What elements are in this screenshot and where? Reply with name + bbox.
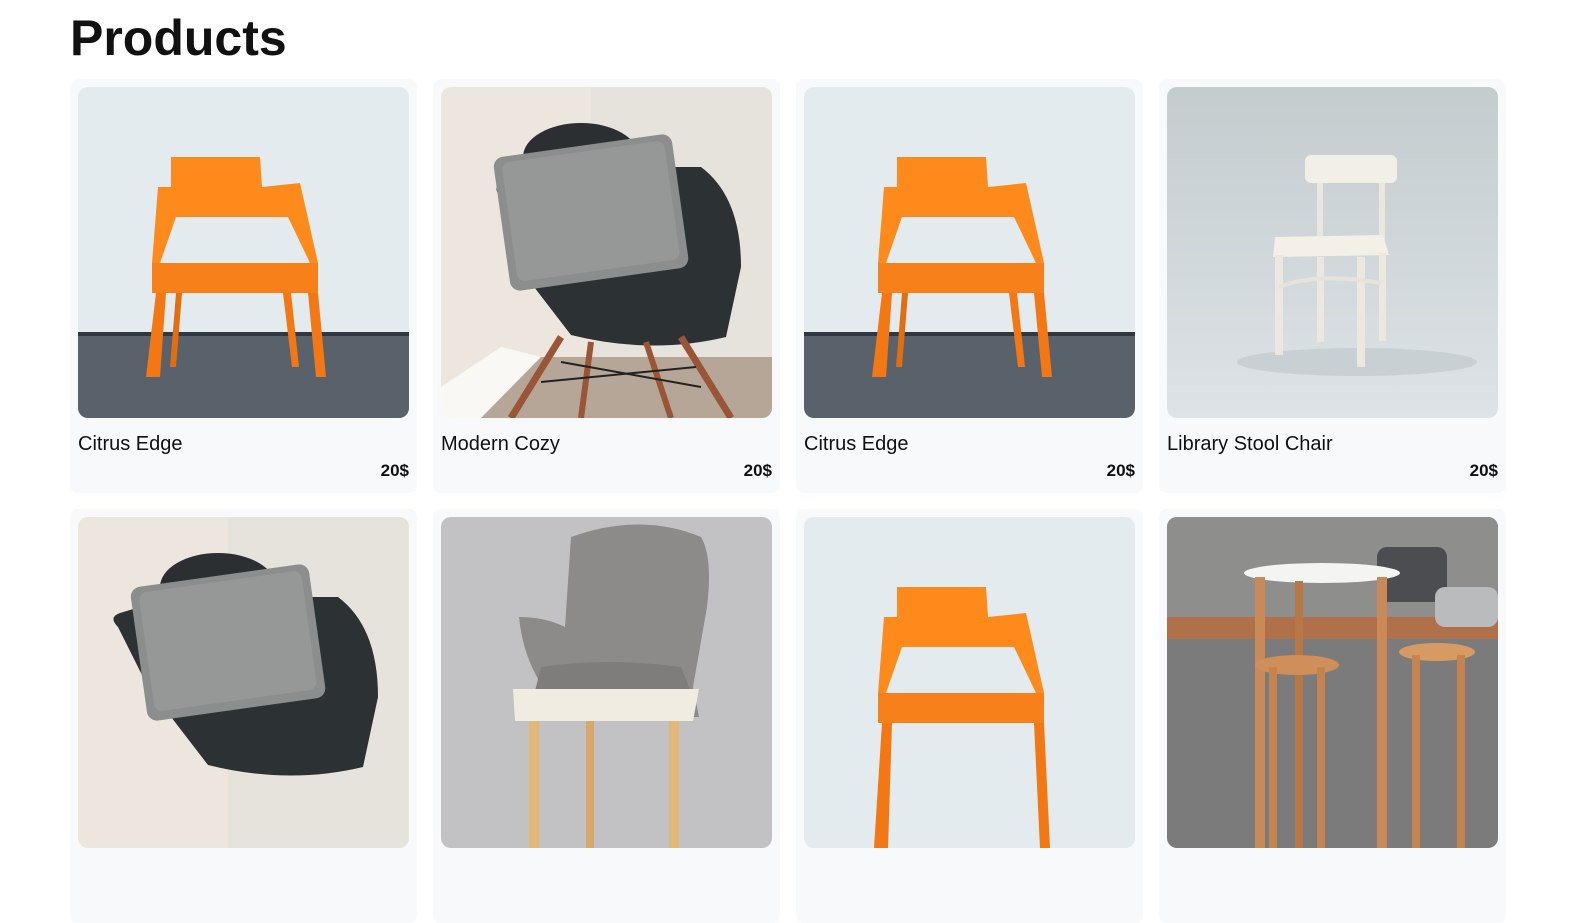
grey-upholstered-chair-image[interactable] <box>441 517 772 848</box>
product-card[interactable] <box>70 509 417 923</box>
product-card[interactable] <box>796 509 1143 923</box>
white-wooden-chair-image[interactable] <box>1167 87 1498 418</box>
product-card[interactable]: Library Stool Chair 20$ <box>1159 79 1506 493</box>
product-name[interactable]: Library Stool Chair <box>1167 433 1498 455</box>
black-chair-pillow-image[interactable] <box>78 517 409 848</box>
orange-chair-image[interactable] <box>78 87 409 418</box>
product-price: 20$ <box>1469 461 1498 480</box>
wooden-table-stools-image[interactable] <box>1167 517 1498 848</box>
page-title: Products <box>70 10 287 66</box>
orange-chair-image[interactable] <box>804 517 1135 848</box>
product-name[interactable]: Citrus Edge <box>78 433 409 455</box>
black-chair-pillow-image[interactable] <box>441 87 772 418</box>
product-card[interactable]: Citrus Edge 20$ <box>796 79 1143 493</box>
product-name[interactable]: Modern Cozy <box>441 433 772 455</box>
product-card[interactable] <box>1159 509 1506 923</box>
product-name[interactable]: Citrus Edge <box>804 433 1135 455</box>
product-card[interactable] <box>433 509 780 923</box>
product-grid: Citrus Edge 20$ Modern Cozy 20$ Citrus E… <box>70 79 1506 923</box>
orange-chair-image[interactable] <box>804 87 1135 418</box>
product-price: 20$ <box>380 461 409 480</box>
product-card[interactable]: Citrus Edge 20$ <box>70 79 417 493</box>
product-price: 20$ <box>1106 461 1135 480</box>
product-price: 20$ <box>743 461 772 480</box>
product-card[interactable]: Modern Cozy 20$ <box>433 79 780 493</box>
